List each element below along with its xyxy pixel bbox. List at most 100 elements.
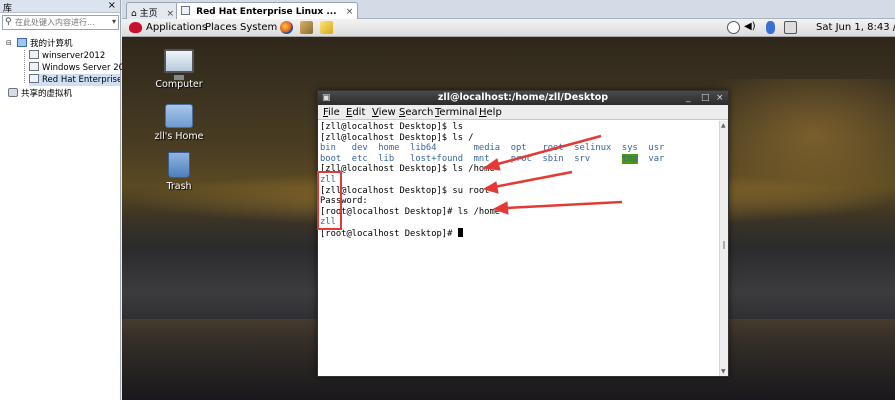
menu-places[interactable]: Places (205, 22, 237, 33)
library-search-box[interactable]: ⚲ ▾ (2, 15, 119, 30)
tree-item-vm[interactable]: winserver2012 (29, 50, 105, 62)
terminal-output[interactable]: [zll@localhost Desktop]$ ls [zll@localhos… (318, 121, 718, 376)
terminal-text: [zll@localhost Desktop]$ ls /home (320, 164, 495, 175)
terminal-dir-entry: selinux (574, 143, 612, 154)
trash-icon (168, 152, 190, 178)
terminal-dir-entry: boot (320, 153, 342, 164)
notes-icon[interactable] (320, 21, 333, 34)
menu-edit[interactable]: Edit (346, 107, 365, 118)
scroll-down-icon[interactable]: ▼ (721, 368, 726, 375)
menu-help[interactable]: Help (479, 107, 502, 118)
minimize-icon[interactable]: _ (686, 91, 691, 105)
terminal-text: Password: (320, 196, 368, 207)
terminal-title: zll@localhost:/home/zll/Desktop (437, 92, 609, 103)
scroll-up-icon[interactable]: ▲ (721, 122, 726, 129)
tree-item-vm-selected[interactable]: Red Hat Enterprise L (29, 74, 120, 86)
menu-applications[interactable]: Applications (146, 22, 207, 33)
terminal-line: zll (320, 217, 718, 228)
terminal-dir-entry: root (542, 143, 564, 154)
bluetooth-icon[interactable] (766, 21, 775, 34)
close-icon[interactable]: × (346, 7, 354, 17)
computer-icon (17, 38, 27, 47)
volume-icon[interactable]: ◀) (744, 21, 756, 32)
window-menu-icon[interactable]: ▣ (322, 91, 331, 105)
terminal-dir-entry: dev (351, 143, 368, 154)
guest-desktop[interactable]: Applications Places System ◀) Sat Jun 1,… (122, 19, 895, 400)
collapse-icon[interactable]: ⊟ (6, 39, 12, 47)
computer-icon (164, 49, 194, 80)
desktop-icon-home[interactable]: zll's Home (144, 104, 214, 142)
terminal-titlebar[interactable]: ▣ zll@localhost:/home/zll/Desktop _ □ × (318, 91, 728, 105)
terminal-dir-entry: home (378, 143, 400, 154)
network-icon[interactable] (784, 21, 797, 34)
terminal-text: [zll@localhost Desktop]$ ls (320, 122, 463, 132)
firefox-icon[interactable] (280, 21, 293, 34)
close-icon[interactable]: × (716, 91, 724, 105)
tree-item-my-computer[interactable]: 我的计算机 (17, 37, 73, 49)
menu-file[interactable]: File (323, 107, 340, 118)
menu-terminal[interactable]: Terminal (435, 107, 477, 118)
vm-icon (181, 6, 190, 15)
terminal-dir-entry: lost+found (410, 153, 464, 164)
library-search-input[interactable] (15, 17, 107, 28)
terminal-dir-entry: zll (320, 217, 336, 228)
terminal-line: [zll@localhost Desktop]$ ls (320, 122, 718, 133)
panel-clock[interactable]: Sat Jun 1, 8:43 / (816, 22, 895, 33)
menu-view[interactable]: View (372, 107, 396, 118)
terminal-dir-entry: var (648, 153, 665, 164)
terminal-text: [root@localhost Desktop]# ls /home (320, 206, 501, 217)
terminal-dir-entry: tmp (621, 153, 638, 164)
terminal-dir-entry: bin (320, 143, 336, 154)
terminal-dir-entry: opt (510, 143, 527, 154)
tree-item-vm[interactable]: Windows Server 201 (29, 62, 129, 74)
terminal-dir-entry: sys (621, 143, 638, 154)
terminal-window[interactable]: ▣ zll@localhost:/home/zll/Desktop _ □ × … (317, 90, 729, 377)
terminal-line: bin dev home lib64 media opt root selinu… (320, 143, 718, 154)
tree-item-shared-vms[interactable]: 共享的虚拟机 (8, 87, 72, 99)
mail-icon[interactable] (300, 21, 313, 34)
vm-icon (29, 74, 39, 83)
terminal-text: [root@localhost Desktop]# (320, 228, 458, 239)
terminal-line: zll (320, 175, 718, 186)
terminal-dir-entry: proc (510, 153, 532, 164)
desktop-icon-trash[interactable]: Trash (144, 152, 214, 192)
scroll-grip[interactable] (723, 241, 725, 249)
vm-icon (29, 62, 39, 71)
shared-vm-icon (8, 88, 18, 97)
tab-vm-rhel[interactable]: Red Hat Enterprise Linux ... × (176, 2, 359, 20)
menu-system[interactable]: System (240, 22, 277, 33)
terminal-scrollbar[interactable]: ▲ ▼ (719, 121, 728, 376)
vm-icon (29, 50, 39, 59)
tab-home[interactable]: ⌂ 主页 × (126, 2, 180, 19)
terminal-dir-entry: zll (320, 174, 336, 185)
update-icon[interactable] (727, 21, 740, 34)
close-icon[interactable]: × (108, 0, 116, 11)
terminal-line: [zll@localhost Desktop]$ ls / (320, 133, 718, 144)
close-icon[interactable]: × (166, 9, 174, 19)
terminal-dir-entry: mnt (473, 153, 490, 164)
desktop-icon-computer[interactable]: Computer (144, 49, 214, 90)
terminal-text: [zll@localhost Desktop]$ ls / (320, 132, 474, 143)
maximize-icon[interactable]: □ (701, 91, 710, 105)
library-panel: 库 × ⚲ ▾ ⊟ 我的计算机 winserver2012 Windows Se… (0, 0, 129, 400)
terminal-line: boot etc lib lost+found mnt proc sbin sr… (320, 153, 718, 165)
terminal-dir-entry: etc (351, 153, 368, 164)
terminal-menubar: File Edit View Search Terminal Help (318, 105, 728, 120)
menu-search[interactable]: Search (399, 107, 433, 118)
chevron-down-icon[interactable]: ▾ (112, 17, 116, 26)
